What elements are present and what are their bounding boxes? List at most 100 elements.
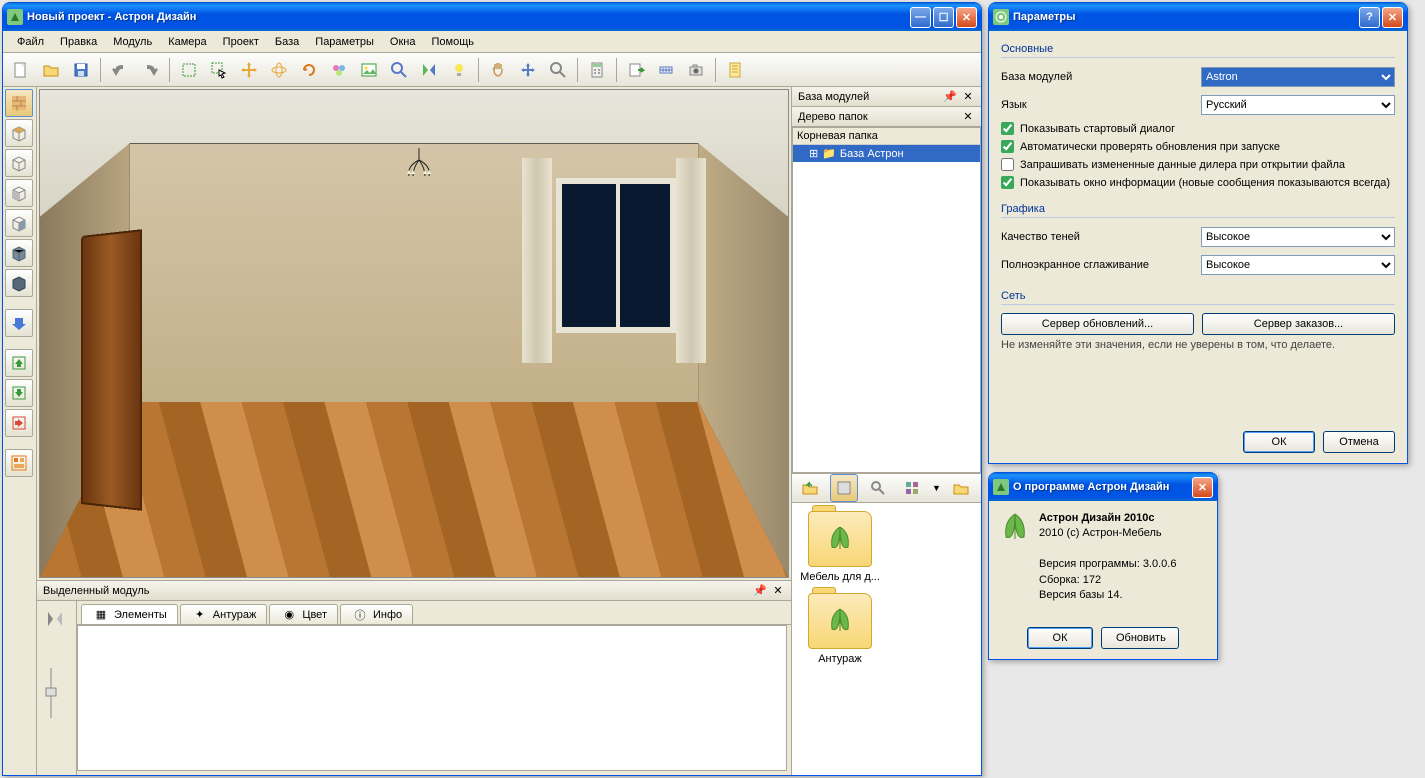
export-icon[interactable]: [622, 56, 650, 84]
green-down-icon[interactable]: [5, 379, 33, 407]
check-start-dialog[interactable]: [1001, 122, 1014, 135]
tree-item-base-astron[interactable]: ⊞ 📁 База Астрон: [793, 145, 980, 162]
camera-icon[interactable]: [682, 56, 710, 84]
undo-icon[interactable]: [106, 56, 134, 84]
menu-project[interactable]: Проект: [215, 34, 267, 50]
tab-color[interactable]: ◉Цвет: [269, 604, 338, 624]
tab-entourage[interactable]: ✦Антураж: [180, 604, 268, 624]
tab-elements[interactable]: ▦Элементы: [81, 604, 178, 624]
help-button[interactable]: ?: [1359, 7, 1380, 28]
about-update-button[interactable]: Обновить: [1101, 627, 1179, 649]
zoom-fit-icon[interactable]: [385, 56, 413, 84]
box-wireframe-icon[interactable]: [5, 149, 33, 177]
dimensions-icon[interactable]: [652, 56, 680, 84]
label-aa: Полноэкранное сглаживание: [1001, 259, 1201, 271]
menu-base[interactable]: База: [267, 34, 307, 50]
maximize-button[interactable]: ☐: [933, 7, 954, 28]
rotate-icon[interactable]: [295, 56, 323, 84]
open-folder-icon[interactable]: [37, 56, 65, 84]
about-ok-button[interactable]: ОК: [1027, 627, 1093, 649]
redo-icon[interactable]: [136, 56, 164, 84]
parameters-window: Параметры ? ✕ Основные База модулей Astr…: [988, 2, 1408, 464]
calc-icon[interactable]: [583, 56, 611, 84]
params-titlebar[interactable]: Параметры ? ✕: [989, 3, 1407, 31]
box-edge-icon[interactable]: [5, 209, 33, 237]
refresh-folder-icon[interactable]: [947, 474, 975, 502]
view-grid-icon[interactable]: [898, 474, 926, 502]
folder-entourage[interactable]: Антураж: [800, 593, 880, 665]
folder-browser: Мебель для д... Антураж: [792, 503, 981, 775]
green-up-icon[interactable]: [5, 349, 33, 377]
pin-icon[interactable]: 📌: [943, 90, 957, 104]
select-module-db[interactable]: Astron: [1201, 67, 1395, 87]
rotate-3d-icon[interactable]: [265, 56, 293, 84]
tab-info[interactable]: ⓘИнфо: [340, 604, 413, 624]
pointer-icon[interactable]: [205, 56, 233, 84]
box-shaded-icon[interactable]: [5, 239, 33, 267]
box-top-icon[interactable]: [5, 119, 33, 147]
menu-windows[interactable]: Окна: [382, 34, 424, 50]
slider-vertical[interactable]: [41, 663, 72, 726]
search-icon[interactable]: [864, 474, 892, 502]
select-all-icon[interactable]: [175, 56, 203, 84]
wall-tool-icon[interactable]: [5, 89, 33, 117]
select-aa[interactable]: Высокое: [1201, 255, 1395, 275]
report-icon[interactable]: [721, 56, 749, 84]
update-server-button[interactable]: Сервер обновлений...: [1001, 313, 1194, 335]
mirror-icon[interactable]: [415, 56, 443, 84]
select-shadows[interactable]: Высокое: [1201, 227, 1395, 247]
pan-icon[interactable]: [484, 56, 512, 84]
folder-icon: 📁: [822, 147, 836, 160]
menu-camera[interactable]: Камера: [160, 34, 214, 50]
panel-close-icon[interactable]: ✕: [771, 584, 785, 598]
menu-module[interactable]: Модуль: [105, 34, 160, 50]
orbit-icon[interactable]: [514, 56, 542, 84]
network-note: Не изменяйте эти значения, если не увере…: [1001, 339, 1395, 351]
order-server-button[interactable]: Сервер заказов...: [1202, 313, 1395, 335]
ok-button[interactable]: ОК: [1243, 431, 1315, 453]
save-icon[interactable]: [67, 56, 95, 84]
about-titlebar[interactable]: О программе Астрон Дизайн ✕: [989, 473, 1217, 501]
close-button[interactable]: ✕: [1382, 7, 1403, 28]
menu-params[interactable]: Параметры: [307, 34, 382, 50]
cancel-button[interactable]: Отмена: [1323, 431, 1395, 453]
move-icon[interactable]: [235, 56, 263, 84]
box-solid-icon[interactable]: [5, 269, 33, 297]
3d-viewport[interactable]: [39, 89, 789, 578]
expand-icon[interactable]: ⊞: [809, 147, 818, 160]
pin-icon[interactable]: 📌: [753, 584, 767, 598]
panel-close-icon[interactable]: ✕: [961, 110, 975, 124]
zoom-icon[interactable]: [544, 56, 572, 84]
orange-layout-icon[interactable]: [5, 449, 33, 477]
about-copyright: 2010 (с) Астрон-Мебель: [1039, 527, 1162, 539]
close-button[interactable]: ✕: [956, 7, 977, 28]
menu-edit[interactable]: Правка: [52, 34, 105, 50]
check-info-window[interactable]: [1001, 176, 1014, 189]
module-base-panel: База модулей 📌 ✕ Дерево папок ✕ Корневая…: [791, 87, 981, 775]
main-titlebar[interactable]: Новый проект - Астрон Дизайн — ☐ ✕: [3, 3, 981, 31]
folder-furniture[interactable]: Мебель для д...: [800, 511, 880, 583]
light-icon[interactable]: [445, 56, 473, 84]
close-button[interactable]: ✕: [1192, 477, 1213, 498]
flip-icon[interactable]: [41, 605, 69, 633]
box-front-icon[interactable]: [5, 179, 33, 207]
menu-help[interactable]: Помощь: [423, 34, 482, 50]
material-icon[interactable]: [325, 56, 353, 84]
left-toolbar: [3, 87, 37, 775]
about-db: Версия базы 14.: [1039, 589, 1123, 601]
view-large-icon[interactable]: [830, 474, 858, 502]
group-main: Основные: [1001, 41, 1395, 58]
arrow-down-icon[interactable]: [5, 309, 33, 337]
menu-file[interactable]: Файл: [9, 34, 52, 50]
select-lang[interactable]: Русский: [1201, 95, 1395, 115]
up-folder-icon[interactable]: [796, 474, 824, 502]
check-dealer-data[interactable]: [1001, 158, 1014, 171]
picture-icon[interactable]: [355, 56, 383, 84]
new-file-icon[interactable]: [7, 56, 35, 84]
main-title: Новый проект - Астрон Дизайн: [27, 11, 910, 23]
panel-close-icon[interactable]: ✕: [961, 90, 975, 104]
red-right-icon[interactable]: [5, 409, 33, 437]
minimize-button[interactable]: —: [910, 7, 931, 28]
label-lang: Язык: [1001, 99, 1201, 111]
check-auto-update[interactable]: [1001, 140, 1014, 153]
